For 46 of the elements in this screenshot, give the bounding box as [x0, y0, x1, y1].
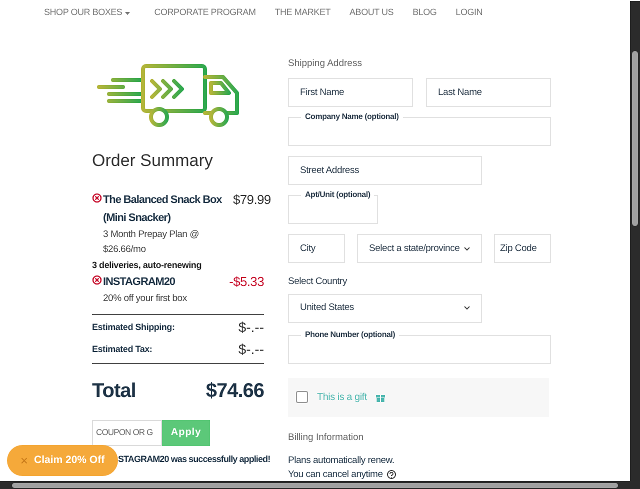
help-icon[interactable]: [386, 470, 396, 480]
field-label: Select Country: [288, 275, 347, 290]
total-value: $74.66: [206, 378, 264, 404]
gift-icon: [376, 392, 385, 402]
nav-link[interactable]: BLOG: [412, 6, 437, 20]
select-field[interactable]: Select a state/province: [357, 234, 482, 264]
chevron-icon: [464, 246, 470, 251]
input-field[interactable]: Last Name: [426, 78, 551, 108]
section-heading: Shipping Address: [288, 57, 363, 71]
coupon-field[interactable]: COUPON OR G: [92, 420, 162, 446]
gift-label: This is a gift: [317, 390, 367, 404]
select-field[interactable]: United States: [288, 294, 482, 322]
estimate-value: $-.--: [238, 340, 264, 359]
order-summary-title: Order Summary: [92, 150, 214, 172]
success-message: STAGRAM20 was successfully applied!: [118, 452, 270, 466]
nav-link[interactable]: CORPORATE PROGRAM: [154, 6, 256, 20]
caret-icon: [125, 12, 130, 14]
estimate-label: Estimated Shipping:: [92, 320, 175, 334]
remove-icon[interactable]: [92, 274, 102, 284]
nav-link[interactable]: THE MARKET: [274, 6, 331, 20]
truck-icon: [97, 63, 241, 129]
vertical-scrollbar[interactable]: [630, 1, 640, 481]
item-price: $79.99: [233, 190, 271, 208]
nav-link[interactable]: ABOUT US: [350, 6, 394, 20]
billing-note: Plans automatically renew.: [288, 454, 394, 468]
input-field[interactable]: Zip Code: [494, 234, 551, 264]
section-heading: Billing Information: [288, 430, 365, 444]
chevron-icon: [464, 306, 470, 310]
item-detail: 20% off your first box: [102, 292, 188, 306]
remove-icon[interactable]: [92, 192, 102, 202]
item-detail: 3 Month Prepay Plan @ $26.66/mo: [102, 228, 200, 256]
coupon-code: INSTAGRAM20: [103, 274, 175, 290]
checkbox[interactable]: [296, 391, 308, 403]
estimate-value: $-.--: [238, 318, 264, 337]
input-field[interactable]: First Name: [288, 78, 413, 108]
billing-note: You can cancel anytime: [288, 468, 383, 482]
item-note: 3 deliveries, auto-renewing: [92, 258, 202, 272]
total-label: Total: [92, 378, 136, 404]
horizontal-scrollbar[interactable]: [0, 481, 640, 489]
item-price: -$5.33: [229, 272, 264, 290]
input-field[interactable]: City: [288, 234, 345, 264]
nav-link[interactable]: SHOP OUR BOXES: [44, 6, 130, 20]
nav-link[interactable]: LOGIN: [456, 6, 483, 20]
product-name: The Balanced Snack Box (Mini Snacker): [103, 192, 223, 226]
input-field[interactable]: Street Address: [288, 156, 482, 186]
estimate-label: Estimated Tax:: [92, 342, 152, 356]
